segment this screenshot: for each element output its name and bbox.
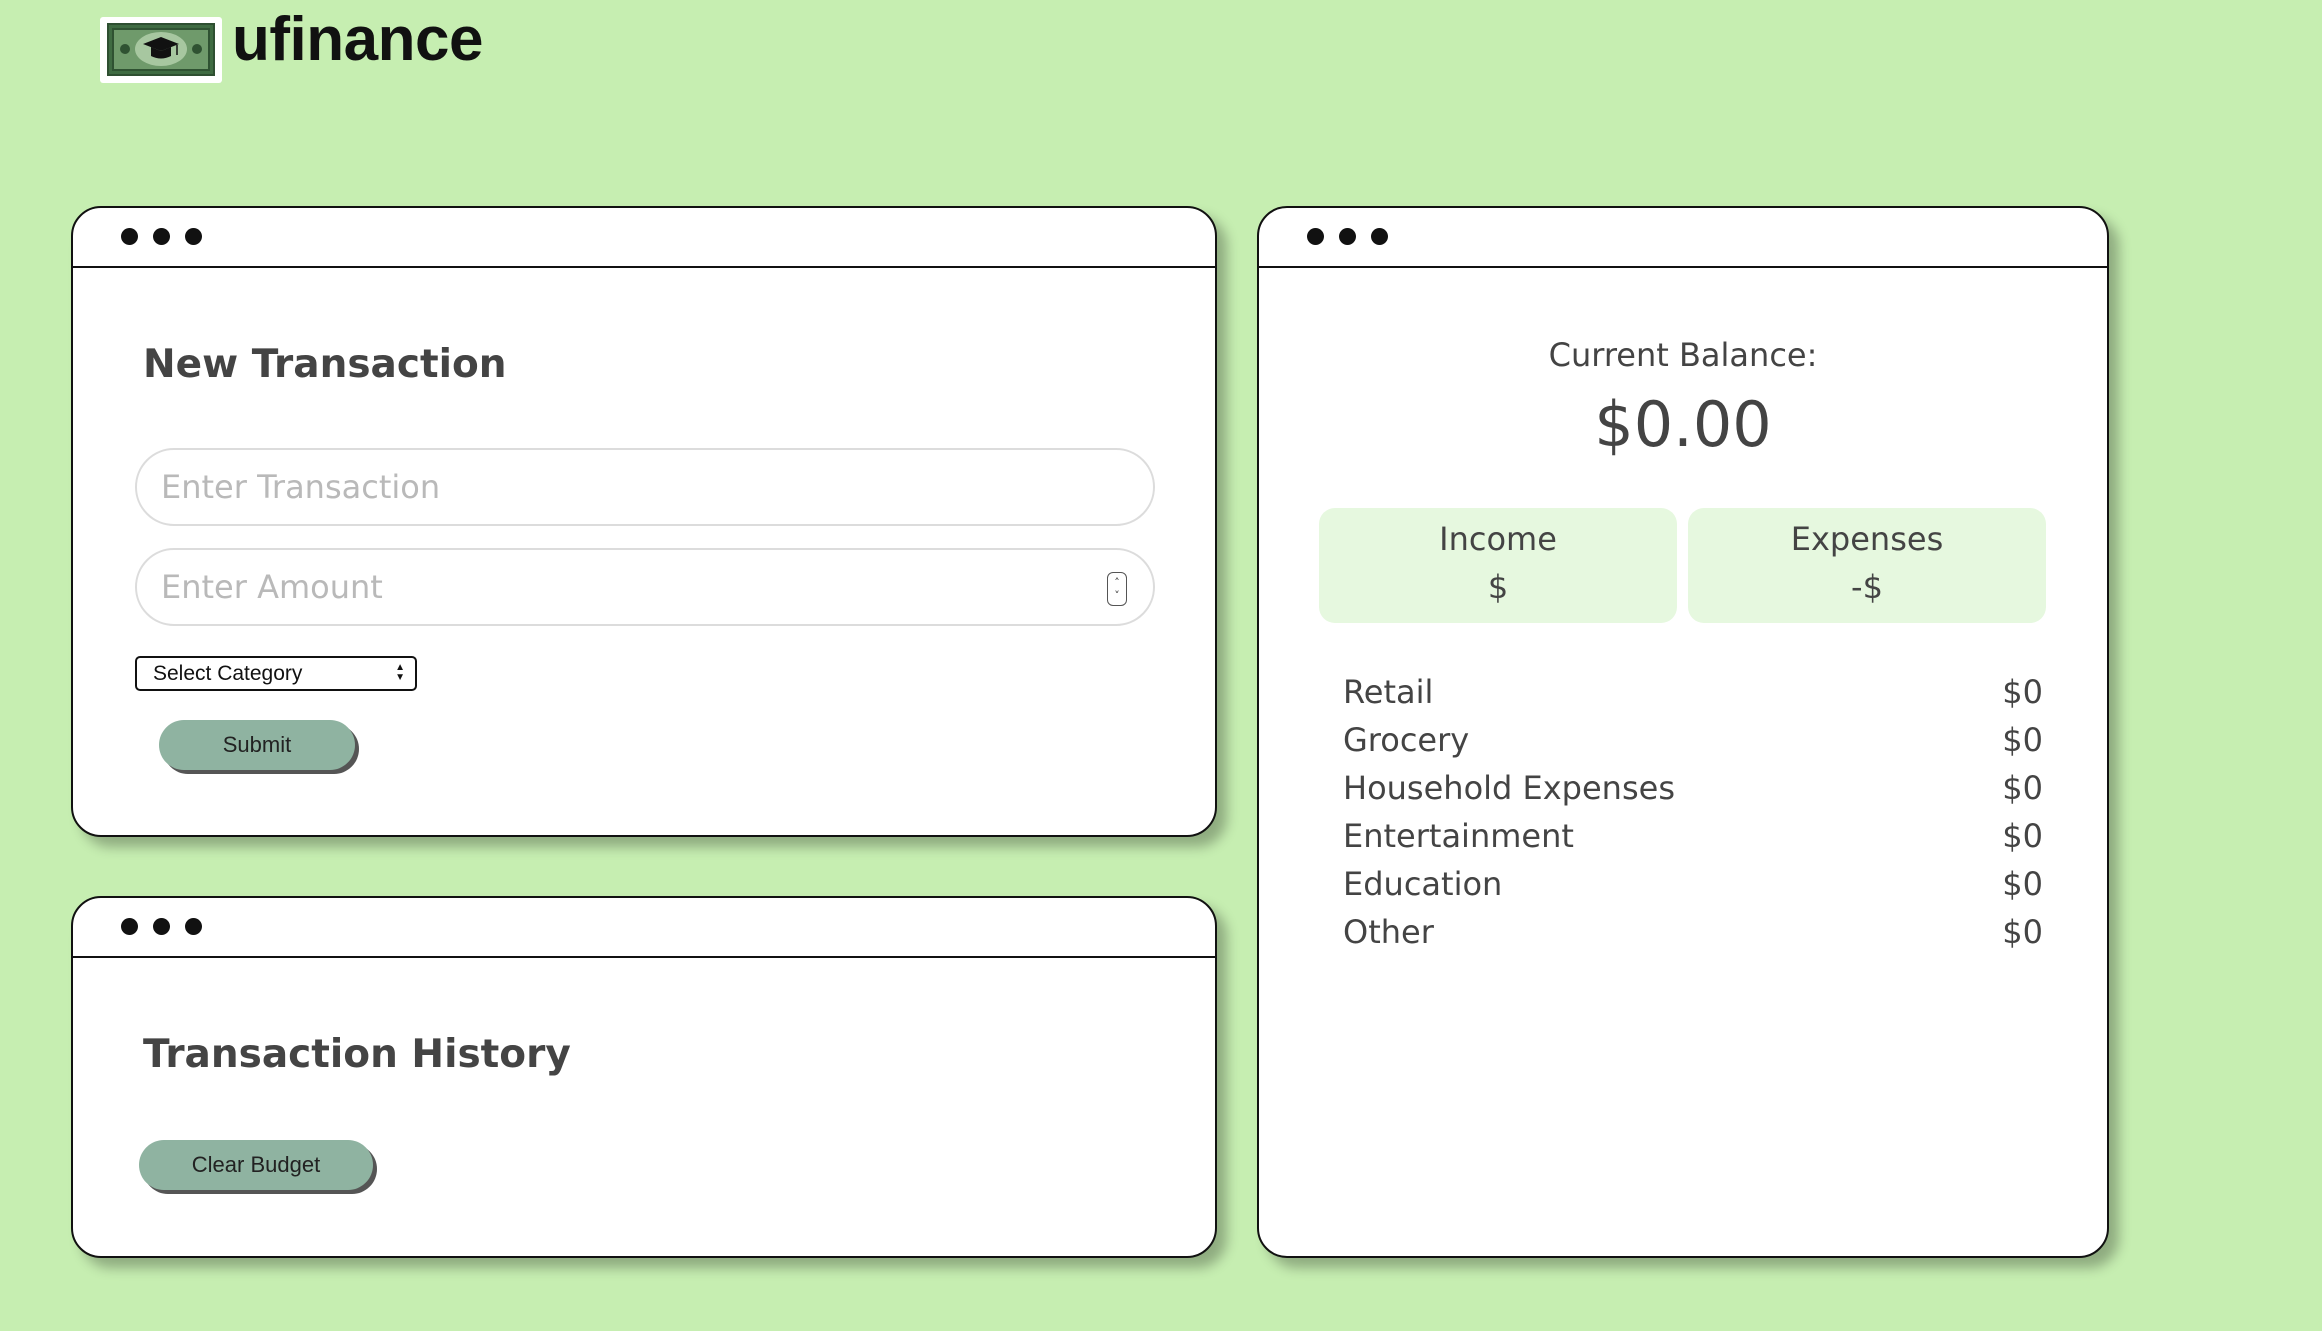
category-row: Household Expenses $0 [1343,764,2043,812]
dot-icon [121,918,138,935]
dot-icon [153,228,170,245]
category-name: Household Expenses [1343,769,1675,807]
amount-stepper[interactable]: ˄ ˅ [1107,572,1127,606]
category-name: Grocery [1343,721,1470,759]
category-row: Entertainment $0 [1343,812,2043,860]
window-dots [1307,228,1388,245]
category-name: Education [1343,865,1503,903]
dot-icon [1307,228,1324,245]
income-value: $ [1487,568,1509,606]
app-header: ufinance [100,5,483,85]
category-amount: $0 [2002,769,2043,807]
new-transaction-title: New Transaction [143,342,507,387]
amount-placeholder: Enter Amount [161,568,383,606]
window-titlebar [73,208,1215,268]
window-dots [121,918,202,935]
category-amount: $0 [2002,673,2043,711]
dot-icon [153,918,170,935]
category-select[interactable]: Select Category ▲ ▼ [135,656,417,691]
window-titlebar [73,898,1215,958]
app-name: ufinance [232,5,483,74]
current-balance-label: Current Balance: [1548,336,1818,374]
clear-budget-button-label: Clear Budget [191,1152,321,1177]
window-titlebar [1259,208,2107,268]
transaction-history-title: Transaction History [143,1032,571,1077]
transaction-input[interactable]: Enter Transaction [135,448,1155,526]
amount-input[interactable]: Enter Amount ˄ ˅ [135,548,1155,626]
submit-button-label: Submit [222,732,292,757]
category-amount: $0 [2002,721,2043,759]
income-box: Income $ [1319,508,1677,623]
category-row: Grocery $0 [1343,716,2043,764]
current-balance-value: $0.00 [1594,388,1772,461]
dot-icon [121,228,138,245]
money-graduation-cap-icon [100,16,222,83]
transaction-placeholder: Enter Transaction [161,468,441,506]
category-row: Other $0 [1343,908,2043,956]
expenses-label: Expenses [1790,520,1944,558]
income-label: Income [1439,520,1557,558]
expenses-box: Expenses -$ [1688,508,2046,623]
chevron-down-icon[interactable]: ˅ [1114,589,1120,602]
category-amount: $0 [2002,865,2043,903]
category-selected-value: Select Category [153,661,303,685]
category-name: Other [1343,913,1434,951]
category-row: Education $0 [1343,860,2043,908]
balance-window: Current Balance: $0.00 Income $ Expenses… [1257,206,2109,1258]
chevron-up-icon[interactable]: ˄ [1114,576,1120,589]
dot-icon [185,918,202,935]
window-dots [121,228,202,245]
new-transaction-window: New Transaction Enter Transaction Enter … [71,206,1217,837]
category-amount: $0 [2002,913,2043,951]
dot-icon [1371,228,1388,245]
dot-icon [185,228,202,245]
expenses-value: -$ [1851,568,1883,606]
category-name: Retail [1343,673,1434,711]
category-name: Entertainment [1343,817,1574,855]
clear-budget-button[interactable]: Clear Budget [139,1140,373,1190]
transaction-history-window: Transaction History Clear Budget [71,896,1217,1258]
category-amount: $0 [2002,817,2043,855]
category-row: Retail $0 [1343,668,2043,716]
submit-button[interactable]: Submit [159,720,355,770]
select-arrows-icon: ▲ ▼ [395,662,405,683]
dot-icon [1339,228,1356,245]
